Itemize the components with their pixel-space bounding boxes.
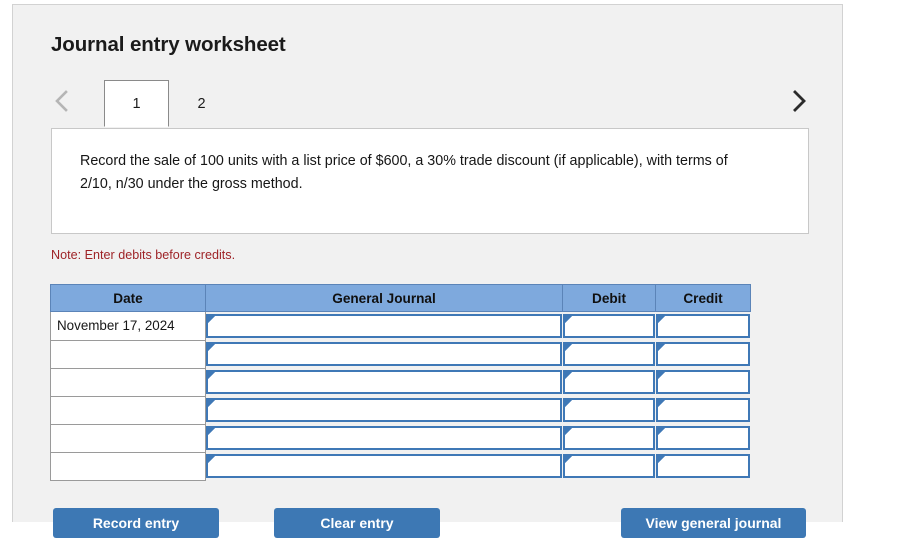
table-row: November 17, 2024 <box>50 311 751 341</box>
credit-cell <box>655 396 751 424</box>
journal-table-body: November 17, 2024 <box>50 311 751 481</box>
column-header-credit: Credit <box>655 284 751 312</box>
general-journal-select[interactable] <box>206 370 562 394</box>
table-header-row: Date General Journal Debit Credit <box>50 284 751 312</box>
general-journal-cell <box>205 424 563 452</box>
tab-strip: 1 2 <box>13 73 842 127</box>
date-cell[interactable] <box>50 451 206 481</box>
tab-2-label: 2 <box>197 95 206 112</box>
column-header-general-journal: General Journal <box>205 284 563 312</box>
general-journal-select[interactable] <box>206 342 562 366</box>
tab-1[interactable]: 1 <box>104 80 169 127</box>
chevron-left-icon <box>53 88 71 114</box>
credit-cell <box>655 311 751 340</box>
journal-entry-table: Date General Journal Debit Credit Novemb… <box>50 284 751 481</box>
instruction-text: Record the sale of 100 units with a list… <box>80 153 728 192</box>
credit-cell <box>655 452 751 480</box>
general-journal-cell <box>205 368 563 396</box>
clear-entry-button[interactable]: Clear entry <box>274 508 440 538</box>
general-journal-cell <box>205 452 563 480</box>
debits-before-credits-note: Note: Enter debits before credits. <box>51 248 236 262</box>
table-row <box>50 339 751 369</box>
chevron-right-icon <box>790 88 808 114</box>
tab-2[interactable]: 2 <box>169 80 234 127</box>
credit-cell <box>655 340 751 368</box>
debit-cell <box>562 452 656 480</box>
date-cell[interactable] <box>50 395 206 425</box>
instruction-panel: Record the sale of 100 units with a list… <box>51 128 809 234</box>
debit-select[interactable] <box>562 426 655 450</box>
credit-select[interactable] <box>655 426 750 450</box>
credit-select[interactable] <box>655 370 750 394</box>
debit-cell <box>562 340 656 368</box>
general-journal-cell <box>205 396 563 424</box>
table-row <box>50 395 751 425</box>
page-title: Journal entry worksheet <box>51 33 286 56</box>
credit-cell <box>655 368 751 396</box>
general-journal-cell <box>205 311 563 340</box>
debit-cell <box>562 368 656 396</box>
debit-select[interactable] <box>562 314 655 338</box>
debit-select[interactable] <box>562 370 655 394</box>
next-page-button[interactable] <box>783 85 815 117</box>
table-row <box>50 451 751 481</box>
view-general-journal-button[interactable]: View general journal <box>621 508 806 538</box>
table-row <box>50 367 751 397</box>
worksheet-panel: Journal entry worksheet 1 2 Record the s… <box>12 4 843 538</box>
date-cell[interactable] <box>50 423 206 453</box>
record-entry-button[interactable]: Record entry <box>53 508 219 538</box>
general-journal-select[interactable] <box>206 454 562 478</box>
debit-cell <box>562 396 656 424</box>
tab-1-label: 1 <box>132 95 141 112</box>
debit-select[interactable] <box>562 454 655 478</box>
general-journal-cell <box>205 340 563 368</box>
table-row <box>50 423 751 453</box>
debit-cell <box>562 311 656 340</box>
general-journal-select[interactable] <box>206 426 562 450</box>
credit-select[interactable] <box>655 398 750 422</box>
debit-select[interactable] <box>562 342 655 366</box>
general-journal-select[interactable] <box>206 398 562 422</box>
credit-select[interactable] <box>655 314 750 338</box>
credit-cell <box>655 424 751 452</box>
date-cell[interactable] <box>50 367 206 397</box>
column-header-debit: Debit <box>562 284 656 312</box>
general-journal-select[interactable] <box>206 314 562 338</box>
prev-page-button[interactable] <box>46 85 78 117</box>
date-cell[interactable] <box>50 339 206 369</box>
credit-select[interactable] <box>655 454 750 478</box>
column-header-date: Date <box>50 284 206 312</box>
credit-select[interactable] <box>655 342 750 366</box>
debit-cell <box>562 424 656 452</box>
date-cell[interactable]: November 17, 2024 <box>50 311 206 341</box>
debit-select[interactable] <box>562 398 655 422</box>
